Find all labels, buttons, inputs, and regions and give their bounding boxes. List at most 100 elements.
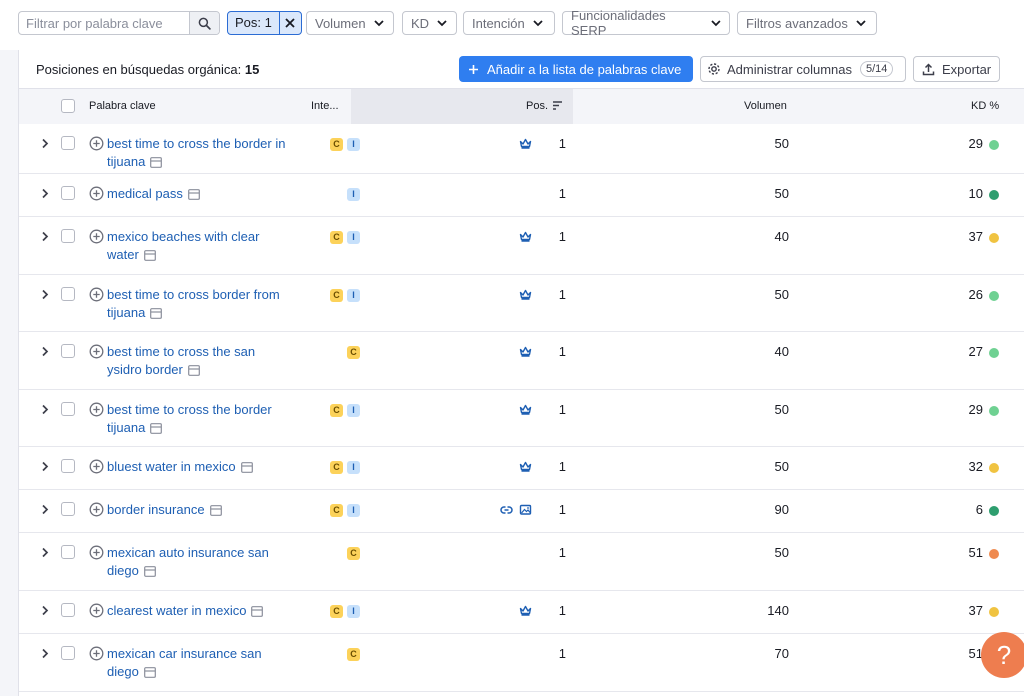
row-checkbox[interactable] xyxy=(61,229,75,243)
intent-badge-c: C xyxy=(347,547,360,560)
intent-badge-i: I xyxy=(347,461,360,474)
intent-badge-c: C xyxy=(330,504,343,517)
serp-snapshot-icon[interactable] xyxy=(143,666,156,678)
col-keyword[interactable]: Palabra clave xyxy=(89,100,156,112)
kd-difficulty-dot xyxy=(989,607,999,617)
row-checkbox[interactable] xyxy=(61,402,75,416)
keyword-link[interactable]: best time to cross the border tijuana xyxy=(107,401,299,436)
col-volume[interactable]: Volumen xyxy=(744,100,787,112)
keyword-link[interactable]: bluest water in mexico xyxy=(107,458,299,476)
add-circle-icon[interactable] xyxy=(89,402,104,417)
row-checkbox[interactable] xyxy=(61,603,75,617)
keyword-text: tijuana xyxy=(107,419,146,435)
kd-dropdown-label: KD xyxy=(411,15,430,31)
add-to-keyword-list-button[interactable]: Añadir a la lista de palabras clave xyxy=(459,56,693,82)
serp-snapshot-icon[interactable] xyxy=(251,606,264,617)
serp-snapshot-icon[interactable] xyxy=(143,249,156,261)
serp-features-dropdown[interactable]: Funcionalidades SERP xyxy=(562,8,730,38)
col-pos[interactable]: Pos. xyxy=(526,100,548,112)
serp-snapshot-icon[interactable] xyxy=(150,156,163,168)
position-value: 1 xyxy=(558,459,566,474)
table-header: Palabra clave Inte... Pos. Volumen KD % xyxy=(19,88,1024,124)
select-all-checkbox[interactable] xyxy=(61,99,75,113)
chevron-right-icon[interactable] xyxy=(41,605,49,616)
row-checkbox[interactable] xyxy=(61,344,75,358)
serp-snapshot-icon[interactable] xyxy=(187,189,200,200)
chevron-down-icon xyxy=(437,19,447,26)
col-intent[interactable]: Inte... xyxy=(311,100,339,112)
keyword-text: mexican car insurance san xyxy=(107,646,262,661)
columns-count-badge: 5/14 xyxy=(860,61,894,77)
position-value: 1 xyxy=(558,402,566,417)
sort-icon[interactable] xyxy=(552,100,563,111)
chevron-right-icon[interactable] xyxy=(41,188,49,199)
crown-icon xyxy=(519,605,532,616)
add-circle-icon[interactable] xyxy=(89,502,104,517)
keyword-link[interactable]: clearest water in mexico xyxy=(107,602,299,620)
chevron-right-icon[interactable] xyxy=(41,504,49,515)
export-button[interactable]: Exportar xyxy=(913,56,1000,82)
add-circle-icon[interactable] xyxy=(89,344,104,359)
keyword-filter-input[interactable] xyxy=(19,12,189,34)
keyword-link[interactable]: border insurance xyxy=(107,501,299,519)
add-circle-icon[interactable] xyxy=(89,646,104,661)
chevron-right-icon[interactable] xyxy=(41,547,49,558)
remove-pos-filter-button[interactable] xyxy=(278,12,301,34)
keyword-text: tijuana xyxy=(107,153,146,169)
serp-snapshot-icon[interactable] xyxy=(143,565,156,577)
table-row: mexican auto insurance san diego C 1 50 51 xyxy=(19,533,1024,591)
help-button[interactable]: ? xyxy=(981,632,1024,678)
kd-value: 51 xyxy=(968,646,983,661)
serp-snapshot-icon[interactable] xyxy=(187,364,200,376)
serp-snapshot-icon[interactable] xyxy=(150,307,163,319)
add-circle-icon[interactable] xyxy=(89,136,104,151)
kd-difficulty-dot xyxy=(989,291,999,301)
chevron-right-icon[interactable] xyxy=(41,404,49,415)
keyword-link[interactable]: mexican car insurance san diego xyxy=(107,645,299,680)
search-icon xyxy=(198,17,211,30)
chevron-right-icon[interactable] xyxy=(41,138,49,149)
add-circle-icon[interactable] xyxy=(89,229,104,244)
intent-badge-i: I xyxy=(347,605,360,618)
serp-snapshot-icon[interactable] xyxy=(150,422,163,434)
chevron-right-icon[interactable] xyxy=(41,461,49,472)
pos-filter-chip[interactable]: Pos: 1 xyxy=(227,11,302,35)
intent-dropdown[interactable]: Intención xyxy=(463,11,555,35)
row-checkbox[interactable] xyxy=(61,136,75,150)
row-checkbox[interactable] xyxy=(61,545,75,559)
add-circle-icon[interactable] xyxy=(89,287,104,302)
row-checkbox[interactable] xyxy=(61,186,75,200)
add-circle-icon[interactable] xyxy=(89,545,104,560)
volume-dropdown[interactable]: Volumen xyxy=(306,11,394,35)
chevron-right-icon[interactable] xyxy=(41,289,49,300)
keyword-link[interactable]: mexican auto insurance san diego xyxy=(107,544,299,579)
question-icon: ? xyxy=(996,639,1012,670)
row-checkbox[interactable] xyxy=(61,646,75,660)
manage-columns-button[interactable]: Administrar columnas 5/14 xyxy=(700,56,906,82)
row-checkbox[interactable] xyxy=(61,287,75,301)
keyword-link[interactable]: best time to cross the border in tijuana xyxy=(107,135,299,170)
plus-icon xyxy=(469,64,478,74)
chevron-right-icon[interactable] xyxy=(41,648,49,659)
row-checkbox[interactable] xyxy=(61,459,75,473)
row-checkbox[interactable] xyxy=(61,502,75,516)
kd-difficulty-dot xyxy=(989,233,999,243)
position-value: 1 xyxy=(558,646,566,661)
keyword-link[interactable]: best time to cross border from tijuana xyxy=(107,286,299,321)
chevron-right-icon[interactable] xyxy=(41,231,49,242)
col-kd[interactable]: KD % xyxy=(971,100,999,112)
advanced-filters-dropdown[interactable]: Filtros avanzados xyxy=(737,11,877,35)
keyword-link[interactable]: mexico beaches with clear water xyxy=(107,228,299,263)
search-button[interactable] xyxy=(189,12,219,34)
kd-dropdown[interactable]: KD xyxy=(402,11,457,35)
serp-snapshot-icon[interactable] xyxy=(209,505,222,516)
keyword-link[interactable]: medical pass xyxy=(107,185,299,203)
chevron-right-icon[interactable] xyxy=(41,346,49,357)
add-circle-icon[interactable] xyxy=(89,603,104,618)
add-circle-icon[interactable] xyxy=(89,186,104,201)
add-circle-icon[interactable] xyxy=(89,459,104,474)
serp-snapshot-icon[interactable] xyxy=(240,462,253,473)
volume-value: 50 xyxy=(774,402,789,417)
keyword-link[interactable]: best time to cross the san ysidro border xyxy=(107,343,299,378)
table-row: best time to cross border from tijuana C I 1… xyxy=(19,275,1024,332)
